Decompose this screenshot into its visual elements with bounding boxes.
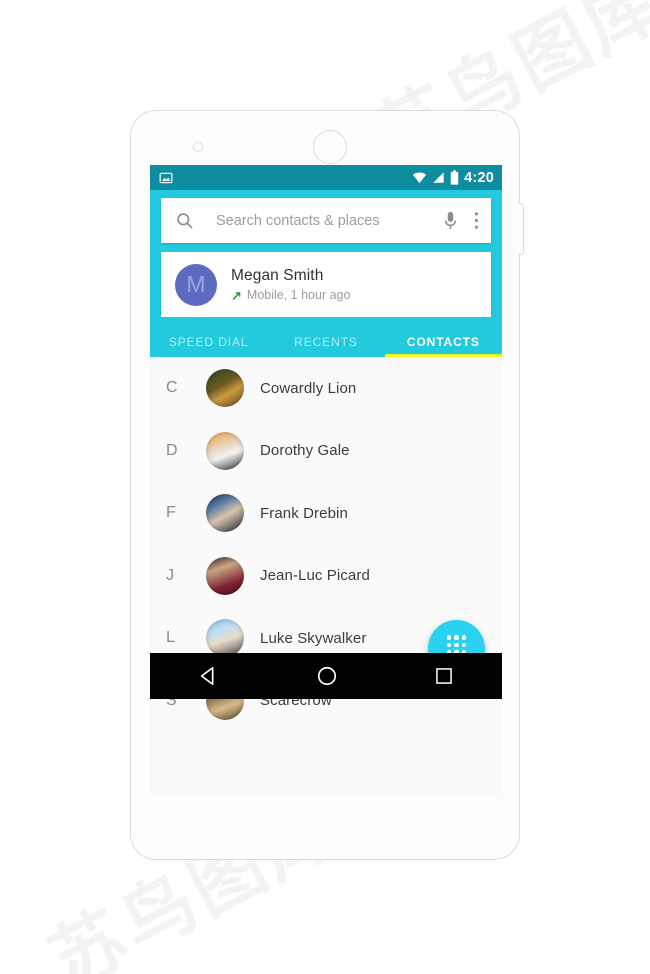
section-index-letter: J: [166, 566, 174, 584]
more-vert-icon[interactable]: [474, 211, 479, 230]
contact-name: Frank Drebin: [260, 504, 348, 522]
dialpad-dot: [447, 635, 452, 640]
tab-recents[interactable]: RECENTS: [267, 326, 384, 357]
image-notification-icon: [159, 172, 173, 183]
phone-device-frame: 4:20 Search contacts & places M Megan Sm…: [130, 110, 524, 860]
recent-contact-subtitle: Mobile, 1 hour ago: [246, 288, 351, 302]
dialpad-dot: [447, 642, 452, 647]
microphone-icon[interactable]: [443, 211, 458, 231]
contact-name: Jean-Luc Picard: [260, 567, 370, 585]
screenshot-canvas: 苏鸟图库 苏鸟图库 苏鸟图库: [0, 0, 650, 974]
status-bar-time: 4:20: [464, 169, 494, 186]
recents-square-icon[interactable]: [434, 666, 454, 686]
outgoing-call-arrow-icon: ↗: [231, 287, 242, 303]
android-navigation-bar: [150, 653, 502, 699]
dialpad-dot: [461, 642, 466, 647]
section-index-letter: F: [166, 504, 176, 522]
search-bar-actions: [443, 211, 479, 231]
status-bar-right: 4:20: [412, 170, 494, 186]
section-index-letter: C: [166, 379, 178, 397]
recent-contact-meta: ↗ Mobile, 1 hour ago: [231, 288, 350, 302]
contact-avatar: [206, 431, 244, 470]
home-circle-icon[interactable]: [316, 665, 338, 687]
list-item[interactable]: J Jean-Luc Picard: [150, 545, 502, 608]
app-bar: Search contacts & places M Megan Smith ↗…: [150, 190, 502, 317]
dialpad-dot: [461, 635, 466, 640]
phone-screen: 4:20 Search contacts & places M Megan Sm…: [150, 165, 502, 798]
contact-name: Luke Skywalker: [260, 629, 367, 647]
avatar-letter: M: [186, 271, 206, 297]
contact-avatar: [206, 619, 244, 658]
recent-contact-card[interactable]: M Megan Smith ↗ Mobile, 1 hour ago: [161, 252, 491, 317]
recent-contact-text: Megan Smith ↗ Mobile, 1 hour ago: [231, 267, 350, 302]
list-item[interactable]: C Cowardly Lion: [150, 357, 502, 420]
contact-name: Cowardly Lion: [260, 379, 357, 397]
tab-speed-dial[interactable]: SPEED DIAL: [150, 326, 267, 357]
list-item[interactable]: D Dorothy Gale: [150, 420, 502, 483]
search-input[interactable]: Search contacts & places: [216, 213, 443, 229]
section-index-letter: D: [166, 441, 178, 459]
status-bar-left: [159, 171, 173, 185]
wifi-icon: [413, 172, 427, 184]
dialpad-dot: [454, 635, 459, 640]
tab-contacts[interactable]: CONTACTS: [384, 326, 502, 357]
contacts-list[interactable]: C Cowardly Lion D Dorothy Gale F Frank D…: [150, 357, 502, 720]
tab-bar: SPEED DIAL RECENTS CONTACTS: [150, 317, 502, 357]
recent-contact-name: Megan Smith: [231, 267, 324, 284]
battery-icon: [450, 170, 459, 185]
camera-dot-icon: [193, 142, 203, 152]
contact-avatar: [206, 494, 244, 533]
power-button[interactable]: [518, 203, 524, 255]
contact-name: Dorothy Gale: [260, 442, 350, 460]
contact-avatar: [206, 369, 244, 408]
section-index-letter: L: [166, 629, 175, 647]
dialpad-dot: [454, 642, 459, 647]
contact-avatar: [206, 556, 244, 595]
status-bar: 4:20: [150, 165, 502, 190]
earpiece-speaker-icon: [313, 130, 347, 164]
search-icon[interactable]: [175, 211, 194, 230]
back-triangle-icon[interactable]: [198, 665, 220, 687]
list-item[interactable]: F Frank Drebin: [150, 482, 502, 545]
signal-icon: [433, 172, 444, 183]
avatar: M: [175, 263, 217, 306]
search-bar[interactable]: Search contacts & places: [161, 198, 491, 243]
